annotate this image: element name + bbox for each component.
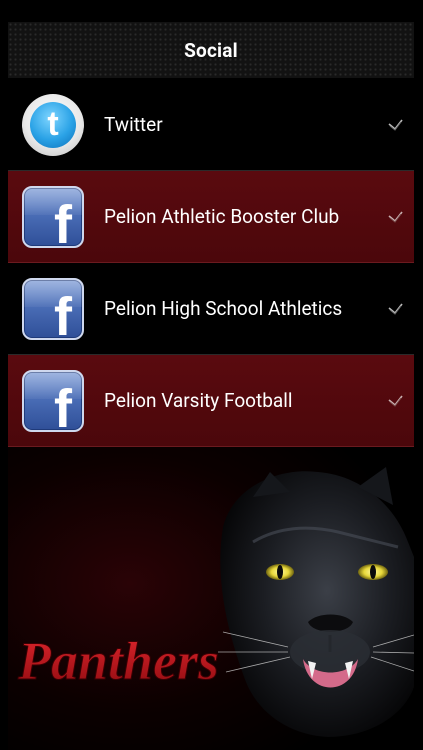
facebook-icon: f <box>22 185 84 248</box>
panther-banner-image: Panthers <box>8 447 414 750</box>
social-item-label: Pelion Athletic Booster Club <box>104 205 340 228</box>
facebook-letter: f <box>54 194 72 248</box>
facebook-letter: f <box>54 286 72 340</box>
facebook-icon: f <box>22 369 84 432</box>
social-item-high-school-athletics[interactable]: f Pelion High School Athletics <box>8 263 414 355</box>
navigation-bar: Social <box>8 22 414 79</box>
twitter-letter: t <box>47 104 59 143</box>
chevron-right-icon <box>388 395 403 407</box>
page-title: Social <box>184 38 238 62</box>
social-item-label: Pelion Varsity Football <box>104 389 293 412</box>
chevron-right-icon <box>388 211 403 223</box>
facebook-letter: f <box>54 378 72 432</box>
social-list: t Twitter f Pelion Athletic Booster Club <box>8 79 414 447</box>
social-item-booster-club[interactable]: f Pelion Athletic Booster Club <box>8 171 414 263</box>
facebook-icon: f <box>22 277 84 340</box>
social-item-varsity-football[interactable]: f Pelion Varsity Football <box>8 355 414 447</box>
twitter-icon: t <box>22 93 84 156</box>
social-item-label: Pelion High School Athletics <box>104 297 343 320</box>
social-item-label: Twitter <box>104 113 163 136</box>
social-item-twitter[interactable]: t Twitter <box>8 79 414 171</box>
chevron-right-icon <box>388 119 403 131</box>
twitter-icon-inner: t <box>30 101 76 148</box>
screen: Social t Twitter f Pelion Athletic Boost… <box>8 22 414 750</box>
panthers-banner-text: Panthers <box>17 631 219 691</box>
chevron-right-icon <box>388 303 403 315</box>
